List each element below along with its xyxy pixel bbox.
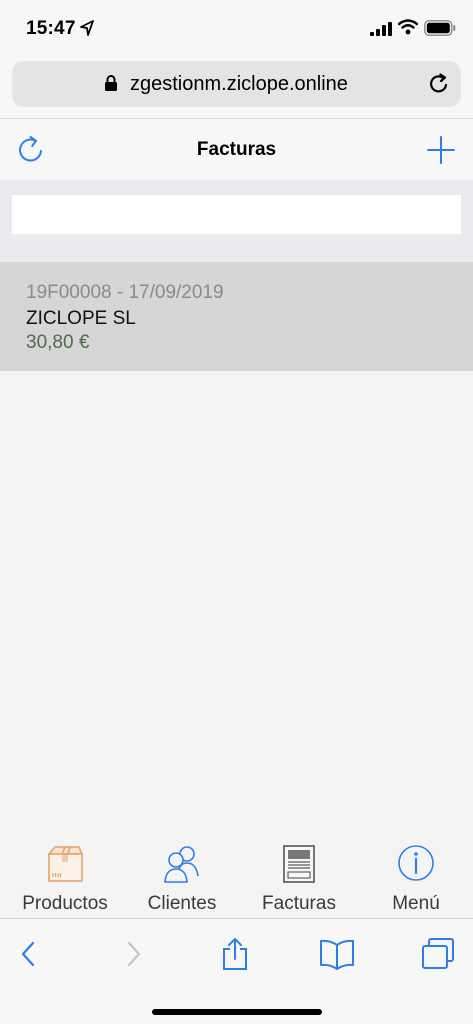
tab-menu[interactable]: Menú: [357, 838, 473, 918]
status-time: 15:47: [26, 18, 76, 39]
home-indicator: [152, 1009, 322, 1015]
search-input[interactable]: [12, 195, 461, 234]
invoice-icon: [283, 845, 315, 883]
browser-address-area: zgestionm.ziclope.online: [0, 56, 473, 118]
browser-toolbar: [0, 918, 473, 1024]
tab-label-clientes: Clientes: [147, 893, 217, 914]
bookmarks-icon[interactable]: [318, 937, 356, 971]
tabs-icon[interactable]: [420, 937, 456, 971]
users-icon: [164, 846, 199, 883]
page-title: Facturas: [196, 139, 277, 160]
lock-icon: [105, 75, 117, 91]
tab-clientes[interactable]: Clientes: [123, 838, 241, 918]
share-icon[interactable]: [220, 937, 250, 971]
invoice-client: ZICLOPE SL: [26, 308, 136, 329]
reload-icon[interactable]: [428, 73, 450, 95]
search-area: [0, 180, 473, 262]
invoice-list-item[interactable]: 19F00008 - 17/09/2019 ZICLOPE SL 30,80 €: [0, 262, 473, 371]
tab-label-menu: Menú: [392, 893, 440, 914]
battery-icon: [424, 20, 456, 36]
screen: 15:47 zgestionm.ziclope.online Facturas …: [0, 0, 473, 1024]
status-bar: 15:47: [0, 0, 473, 56]
app-header: Facturas: [0, 118, 473, 180]
invoice-amount: 30,80 €: [26, 332, 90, 353]
tab-facturas[interactable]: Facturas: [240, 838, 358, 918]
url-text: zgestionm.ziclope.online: [130, 73, 348, 95]
location-arrow-icon: [80, 20, 94, 36]
add-icon[interactable]: [426, 135, 456, 165]
tab-bar: Productos Clientes Facturas Menú: [0, 838, 473, 918]
signal-icon: [370, 22, 392, 36]
tab-productos[interactable]: Productos: [6, 838, 124, 918]
invoice-reference: 19F00008 - 17/09/2019: [26, 282, 224, 303]
wifi-icon: [398, 19, 418, 35]
forward-icon[interactable]: [118, 937, 148, 971]
tab-label-productos: Productos: [22, 893, 108, 914]
info-icon: [398, 845, 434, 881]
box-icon: [48, 846, 83, 882]
tab-label-facturas: Facturas: [262, 893, 336, 914]
back-icon[interactable]: [14, 937, 44, 971]
address-bar[interactable]: zgestionm.ziclope.online: [12, 61, 461, 107]
